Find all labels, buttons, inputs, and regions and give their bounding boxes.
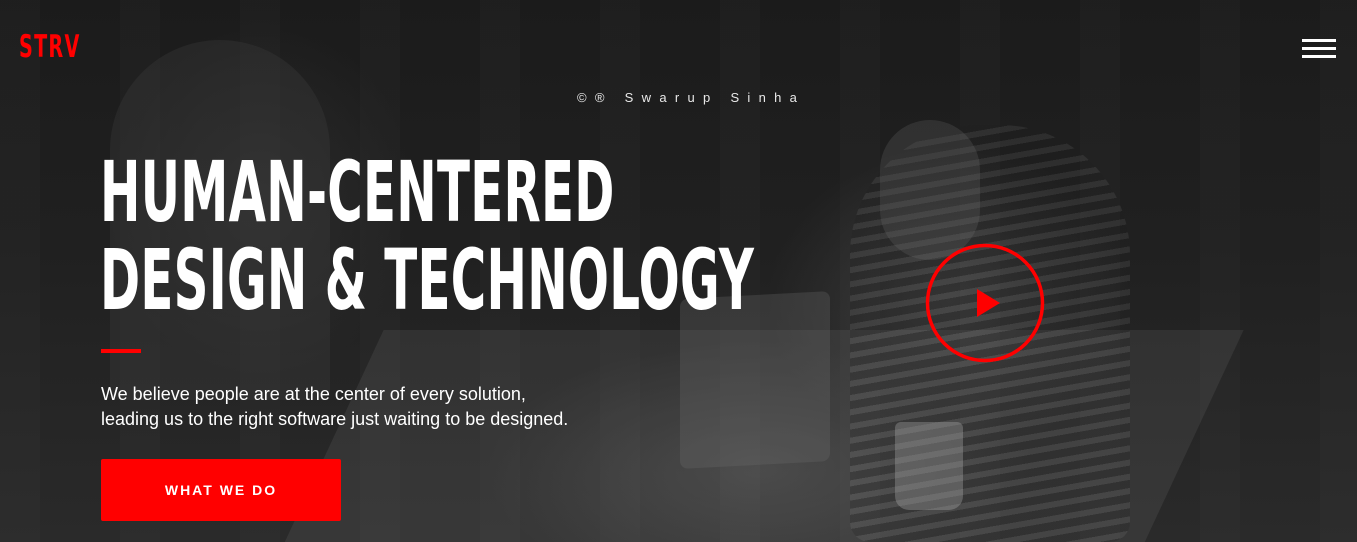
accent-divider — [101, 349, 141, 353]
hamburger-menu-icon[interactable] — [1302, 39, 1336, 61]
background-table — [276, 330, 1244, 542]
strv-logo[interactable]: STRV — [19, 29, 81, 65]
menu-bar-middle — [1302, 47, 1336, 50]
headline-line-1: HUMAN-CENTERED — [100, 143, 615, 241]
headline-line-2: DESIGN & TECHNOLOGY — [100, 231, 755, 329]
hero-tagline: We believe people are at the center of e… — [101, 382, 568, 432]
tagline-line-2: leading us to the right software just wa… — [101, 409, 569, 429]
photo-credit: ©® Swarup Sinha — [577, 90, 806, 105]
hero-section: STRV ©® Swarup Sinha HUMAN-CENTERED DESI… — [0, 0, 1357, 542]
hero-headline: HUMAN-CENTERED DESIGN & TECHNOLOGY — [100, 148, 754, 324]
background-head-right — [880, 120, 980, 260]
background-mug — [895, 422, 963, 510]
what-we-do-button[interactable]: WHAT WE DO — [101, 459, 341, 521]
tagline-line-1: We believe people are at the center of e… — [101, 384, 526, 404]
play-video-button[interactable] — [925, 243, 1045, 363]
menu-bar-top — [1302, 39, 1336, 42]
play-icon — [925, 243, 1045, 363]
menu-bar-bottom — [1302, 55, 1336, 58]
